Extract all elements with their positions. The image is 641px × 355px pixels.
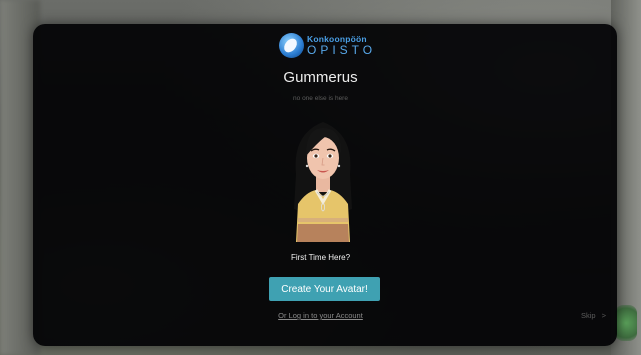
page-title: Gummerus (283, 69, 358, 86)
opisto-logo: Konkoonpöön OPISTO (279, 33, 379, 59)
create-avatar-button[interactable]: Create Your Avatar! (269, 277, 380, 301)
logo-line-2: OPISTO (307, 43, 377, 57)
chevron-right-icon: > (601, 311, 606, 320)
login-link[interactable]: Or Log in to your Account (0, 311, 641, 320)
skip-label: Skip (581, 311, 596, 320)
avatar-preview (286, 114, 360, 244)
screen: Konkoonpöön OPISTO Gummerus no one else … (0, 0, 641, 355)
skip-button[interactable]: Skip > (581, 311, 606, 320)
logo-icon (279, 33, 304, 58)
first-time-prompt: First Time Here? (290, 253, 351, 262)
presence-status-text: no one else is here (293, 95, 348, 102)
